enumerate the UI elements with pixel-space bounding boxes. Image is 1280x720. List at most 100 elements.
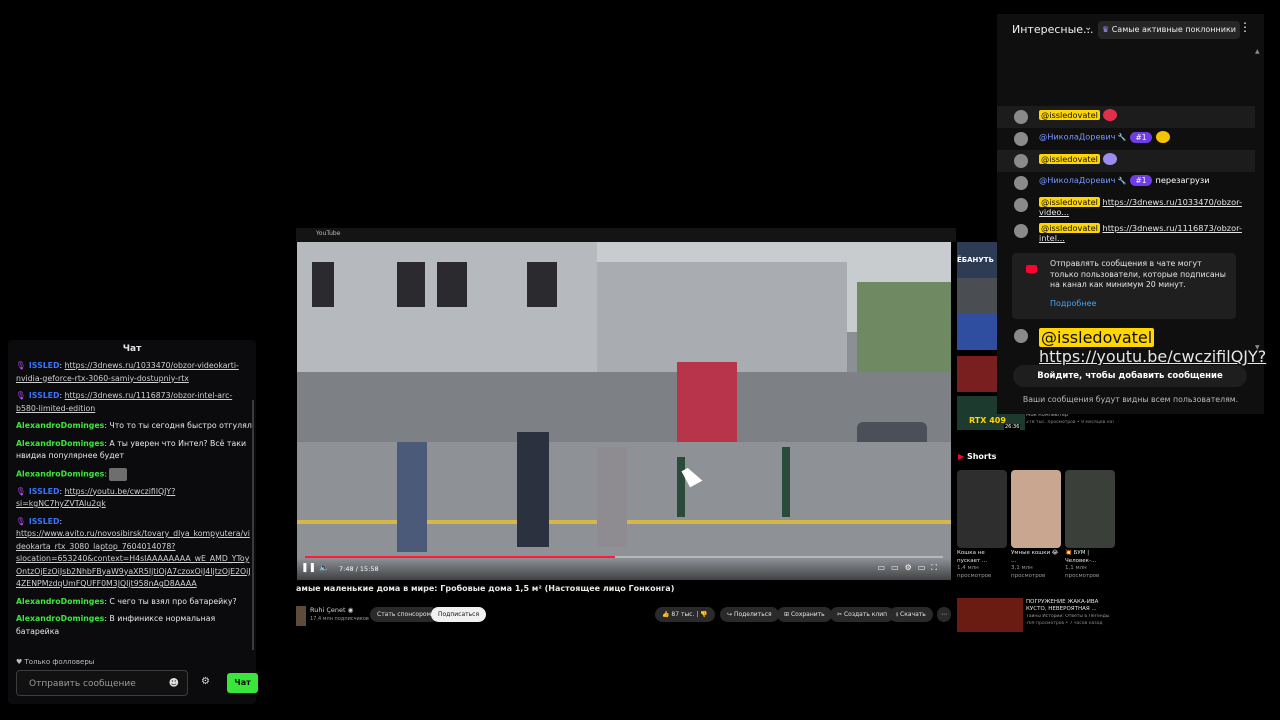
emoji-icon [1102, 109, 1117, 121]
video-frame-bollard [782, 447, 790, 517]
chat-message-list[interactable]: 🎙 ISSLED: https://3dnews.ru/1033470/obzor… [16, 360, 252, 650]
chat-message: AlexandroDominges: [16, 467, 252, 481]
message-author[interactable]: ISSLED [29, 391, 60, 400]
message-author[interactable]: AlexandroDominges [16, 614, 104, 623]
cat-emote-icon [109, 467, 128, 481]
video-frame-shopfront [677, 362, 737, 452]
pause-icon[interactable]: ❚❚ [301, 563, 316, 573]
download-icon: ⭳ [896, 611, 899, 618]
more-actions-icon[interactable]: ⋯ [937, 607, 951, 622]
like-button[interactable]: 👍 87 тыс. | 👎 [655, 607, 715, 622]
live-chat-message: @issledovatel https://3dnews.ru/1116873/… [997, 220, 1255, 246]
chat-restriction-notice: Отправлять сообщения в чате могут только… [1012, 253, 1236, 319]
youtube-live-chat: Интересные... ⌄ ♛ Самые активные поклонн… [997, 14, 1266, 414]
chat-scrollbar[interactable] [252, 400, 254, 650]
short-title: Кошка не пускает ... [957, 550, 988, 564]
message-author[interactable]: ISSLED [29, 517, 60, 526]
share-icon: ↪ [727, 611, 733, 618]
message-author[interactable]: @НиколаДоревич [1039, 175, 1116, 185]
recommendation-thumb[interactable] [957, 356, 997, 392]
youtube-logo[interactable]: YouTube [316, 230, 340, 237]
message-author[interactable]: AlexandroDominges [16, 469, 104, 478]
video-frame-street [297, 372, 951, 442]
recommendation-channel: Тайны Истории: Ответы в Легенды [1026, 614, 1110, 619]
message-author[interactable]: @issledovatel [1039, 109, 1100, 120]
user-avatar[interactable] [1014, 224, 1028, 238]
video-frame-bollard [677, 457, 685, 517]
clip-button[interactable]: ✂ Создать клип [830, 607, 895, 622]
message-author[interactable]: @issledovatel [1039, 328, 1155, 347]
recommendation-thumb[interactable] [957, 314, 997, 350]
chat-message: AlexandroDominges: С чего ты взял про ба… [16, 596, 237, 606]
user-avatar[interactable] [1014, 132, 1028, 146]
user-avatar[interactable] [1014, 329, 1028, 343]
more-options-icon[interactable]: ⋮ [1239, 20, 1251, 34]
emoji-icon[interactable]: ☻ [169, 671, 179, 697]
save-icon: ⊞ [784, 611, 790, 618]
save-button[interactable]: ⊞ Сохранить [777, 607, 832, 622]
message-author[interactable]: ISSLED [29, 487, 60, 496]
short-thumb[interactable] [957, 470, 1007, 548]
sponsor-button[interactable]: Стать спонсором [370, 607, 439, 622]
chat-send-button[interactable]: Чат [227, 673, 258, 693]
user-avatar[interactable] [1014, 176, 1028, 190]
notice-more-link[interactable]: Подробнее [1050, 299, 1096, 310]
followers-only-text: Только фолловеры [24, 658, 95, 666]
message-author[interactable]: AlexandroDominges [16, 597, 104, 606]
message-author[interactable]: ISSLED [29, 361, 60, 370]
message-author[interactable]: AlexandroDominges [16, 439, 104, 448]
video-action-row: Ruhi Çenet ◉ 17,4 млн подписчиков Стать … [296, 604, 956, 628]
short-thumb[interactable] [1065, 470, 1115, 548]
chat-settings-gear-icon[interactable]: ⚙ [201, 676, 210, 687]
sign-in-to-chat-button[interactable]: Войдите, чтобы добавить сообщение [1013, 365, 1247, 387]
message-author[interactable]: @issledovatel [1039, 153, 1100, 164]
crown-icon: ♛ [1102, 25, 1110, 34]
share-label: Поделиться [733, 611, 772, 618]
verified-icon: ◉ [347, 606, 354, 614]
recommendation-title[interactable]: ПОГРУЖЕНИЕ ЖАКА-ИВА КУСТО, НЕВЕРОЯТНАЯ .… [1026, 599, 1114, 613]
message-author[interactable]: @issledovatel [1039, 223, 1100, 233]
volume-icon[interactable]: 🔈 [319, 563, 329, 572]
video-frame-person [597, 447, 627, 547]
thumb-rtx-text: RTX 409 [969, 416, 1006, 425]
message-link[interactable]: https://www.avito.ru/novosibirsk/tovary_… [16, 529, 251, 588]
followers-only-label: ♥ Только фолловеры [16, 658, 94, 666]
message-author[interactable]: AlexandroDominges [16, 421, 104, 430]
message-author[interactable]: @НиколаДоревич [1039, 132, 1116, 142]
live-chat-mode-title[interactable]: Интересные... [1012, 23, 1094, 36]
channel-avatar[interactable] [296, 606, 306, 626]
recommendation-thumb[interactable] [957, 598, 1023, 632]
top-fans-chip[interactable]: ♛ Самые активные поклонники [1098, 21, 1240, 39]
message-text: Что то ты сегодня быстро отгулял [109, 421, 252, 430]
subscribe-button[interactable]: Подписаться [431, 607, 487, 622]
thumbs-up-icon: 👍 [662, 611, 670, 618]
user-avatar[interactable] [1014, 110, 1028, 124]
save-label: Сохранить [790, 611, 825, 618]
recommendation-duration: 26:36 [1004, 424, 1021, 430]
top-fan-rank-badge: #1 [1130, 131, 1152, 143]
scroll-up-icon[interactable]: ▲ [1255, 48, 1260, 55]
share-button[interactable]: ↪ Поделиться [720, 607, 779, 622]
recommendation-thumb[interactable]: ЁБАНУТЬ [957, 242, 997, 278]
chat-message: 🎙 ISSLED: https://3dnews.ru/1116873/obzor… [16, 391, 233, 413]
message-author[interactable]: @issledovatel [1039, 197, 1100, 207]
download-button[interactable]: ⭳ Скачать [889, 607, 933, 622]
recommendation-thumb[interactable] [957, 278, 997, 314]
chevron-down-icon[interactable]: ⌄ [1084, 22, 1092, 33]
short-thumb[interactable] [1011, 470, 1061, 548]
channel-name[interactable]: Ruhi Çenet ◉ [310, 606, 353, 614]
thumb-overlay-text: ЁБАНУТЬ [957, 256, 994, 264]
player-settings-icons[interactable]: ▭▭⚙▭⛶ [878, 563, 943, 573]
message-text: перезагрузи [1155, 175, 1210, 185]
visibility-notice: Ваши сообщения будут видны всем пользова… [1022, 395, 1239, 404]
moderator-wrench-icon: 🔧 [1115, 133, 1127, 142]
chat-message: 🎙 ISSLED: https://3dnews.ru/1033470/obzor… [16, 361, 239, 383]
video-player[interactable]: ❚❚ 🔈 7:48 / 15:58 ▭▭⚙▭⛶ [297, 242, 951, 580]
scroll-down-icon[interactable]: ▼ [1255, 344, 1260, 351]
user-avatar[interactable] [1014, 198, 1028, 212]
chat-message: AlexandroDominges: Что то ты сегодня быс… [16, 421, 252, 430]
live-chat-message: @issledovatel [997, 106, 1255, 128]
chat-message-input[interactable]: Отправить сообщение ☻ [16, 670, 188, 696]
live-chat-message: @issledovatel https://3dnews.ru/1033470/… [997, 194, 1255, 220]
user-avatar[interactable] [1014, 154, 1028, 168]
